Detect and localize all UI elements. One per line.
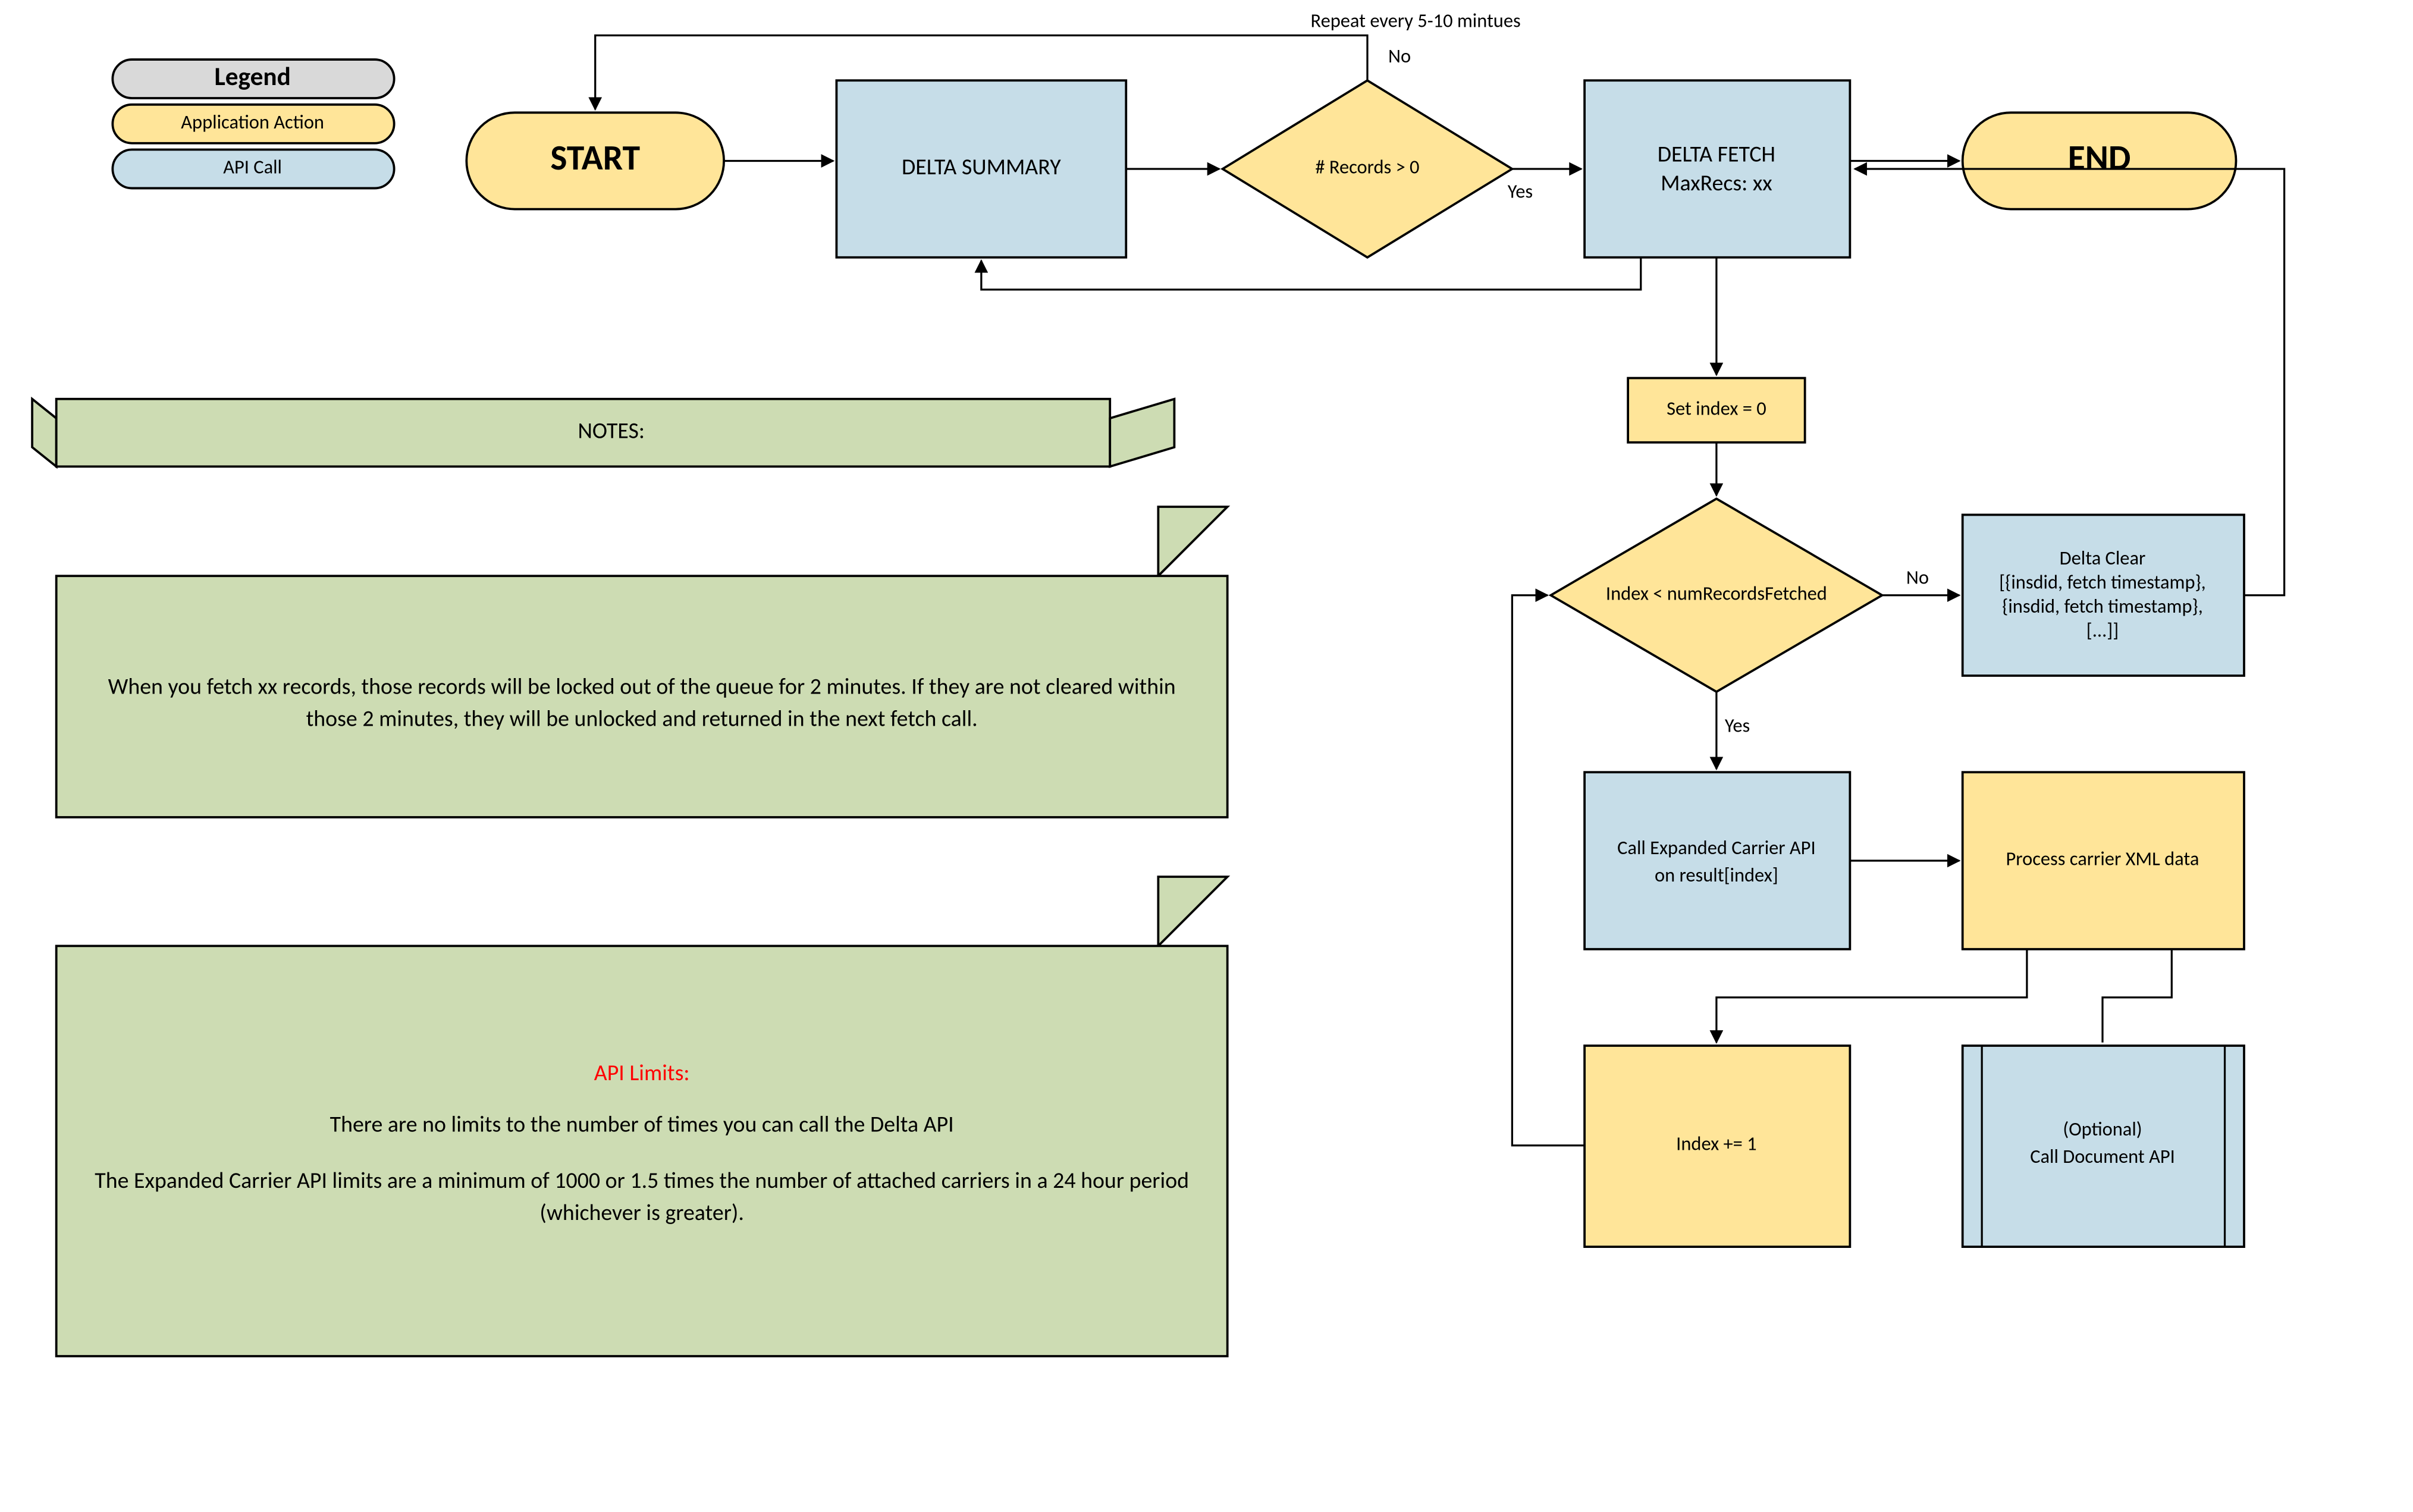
delta-clear-l3: {insdid, fetch timestamp}, — [2002, 594, 2203, 618]
edge-inc-loop — [1512, 595, 1584, 1146]
call-exp-l2: on result[index] — [1655, 863, 1778, 887]
index-decision-label: Index < numRecordsFetched — [1606, 581, 1827, 605]
call-doc-l2: Call Document API — [2030, 1144, 2175, 1168]
note2-l2: The Expanded Carrier API limits are a mi… — [95, 1167, 1189, 1194]
node-process-xml: Process carrier XML data — [1963, 772, 2244, 949]
note-2: API Limits: There are no limits to the n… — [57, 877, 1228, 1356]
delta-fetch-l2: MaxRecs: xx — [1661, 170, 1772, 197]
index-inc-label: Index += 1 — [1676, 1131, 1756, 1155]
records-decision-label: # Records > 0 — [1315, 155, 1419, 179]
start-label: START — [550, 136, 640, 179]
end-label: END — [2068, 136, 2131, 179]
legend-api-call: API Call — [223, 155, 282, 179]
note1-l1: When you fetch xx records, those records… — [108, 673, 1176, 701]
legend: Legend Application Action API Call — [112, 59, 394, 188]
edge-repeat-label: Repeat every 5-10 mintues — [1311, 9, 1521, 33]
node-call-doc: (Optional) Call Document API — [1963, 1046, 2244, 1247]
notes-banner-label: NOTES: — [578, 418, 645, 445]
delta-clear-l2: [{insdid, fetch timestamp}, — [1999, 570, 2206, 594]
edge-yes-label: Yes — [1508, 179, 1533, 203]
edge-no2-label: No — [1906, 565, 1929, 589]
process-xml-label: Process carrier XML data — [2006, 847, 2199, 871]
call-doc-l1: (Optional) — [2063, 1117, 2142, 1141]
delta-summary-label: DELTA SUMMARY — [902, 153, 1061, 181]
set-index-label: Set index = 0 — [1667, 396, 1766, 420]
notes-banner: NOTES: — [32, 399, 1174, 467]
note2-l3: (whichever is greater). — [539, 1199, 744, 1226]
note-1: When you fetch xx records, those records… — [57, 507, 1228, 817]
flowchart-canvas: Legend Application Action API Call START… — [0, 0, 2413, 1512]
node-start: START — [466, 112, 724, 209]
node-delta-clear: Delta Clear [{insdid, fetch timestamp}, … — [1963, 515, 2244, 675]
legend-title: Legend — [214, 61, 290, 92]
node-end: END — [1963, 112, 2236, 209]
note2-l1: There are no limits to the number of tim… — [330, 1111, 954, 1138]
node-delta-fetch: DELTA FETCH MaxRecs: xx — [1584, 80, 1850, 258]
node-index-inc: Index += 1 — [1584, 1046, 1850, 1247]
edge-process-doc — [2103, 949, 2172, 1043]
delta-fetch-l1: DELTA FETCH — [1658, 140, 1775, 168]
edge-process-inc — [1717, 949, 2027, 1043]
delta-clear-l4: [...]] — [2086, 619, 2119, 642]
legend-app-action: Application Action — [181, 110, 324, 134]
call-exp-l1: Call Expanded Carrier API — [1617, 836, 1816, 859]
node-set-index: Set index = 0 — [1628, 378, 1805, 443]
edge-fetch-summary-loop — [981, 258, 1641, 290]
edge-no-label: No — [1388, 44, 1411, 68]
node-delta-summary: DELTA SUMMARY — [836, 80, 1126, 258]
node-call-expanded: Call Expanded Carrier API on result[inde… — [1584, 772, 1850, 949]
node-index-decision: Index < numRecordsFetched — [1551, 498, 1882, 692]
note1-l2: those 2 minutes, they will be unlocked a… — [306, 705, 978, 733]
note2-title: API Limits: — [594, 1059, 690, 1087]
node-records-decision: # Records > 0 — [1223, 80, 1513, 258]
edge-yes2-label: Yes — [1725, 713, 1750, 737]
delta-clear-l1: Delta Clear — [2060, 546, 2146, 570]
